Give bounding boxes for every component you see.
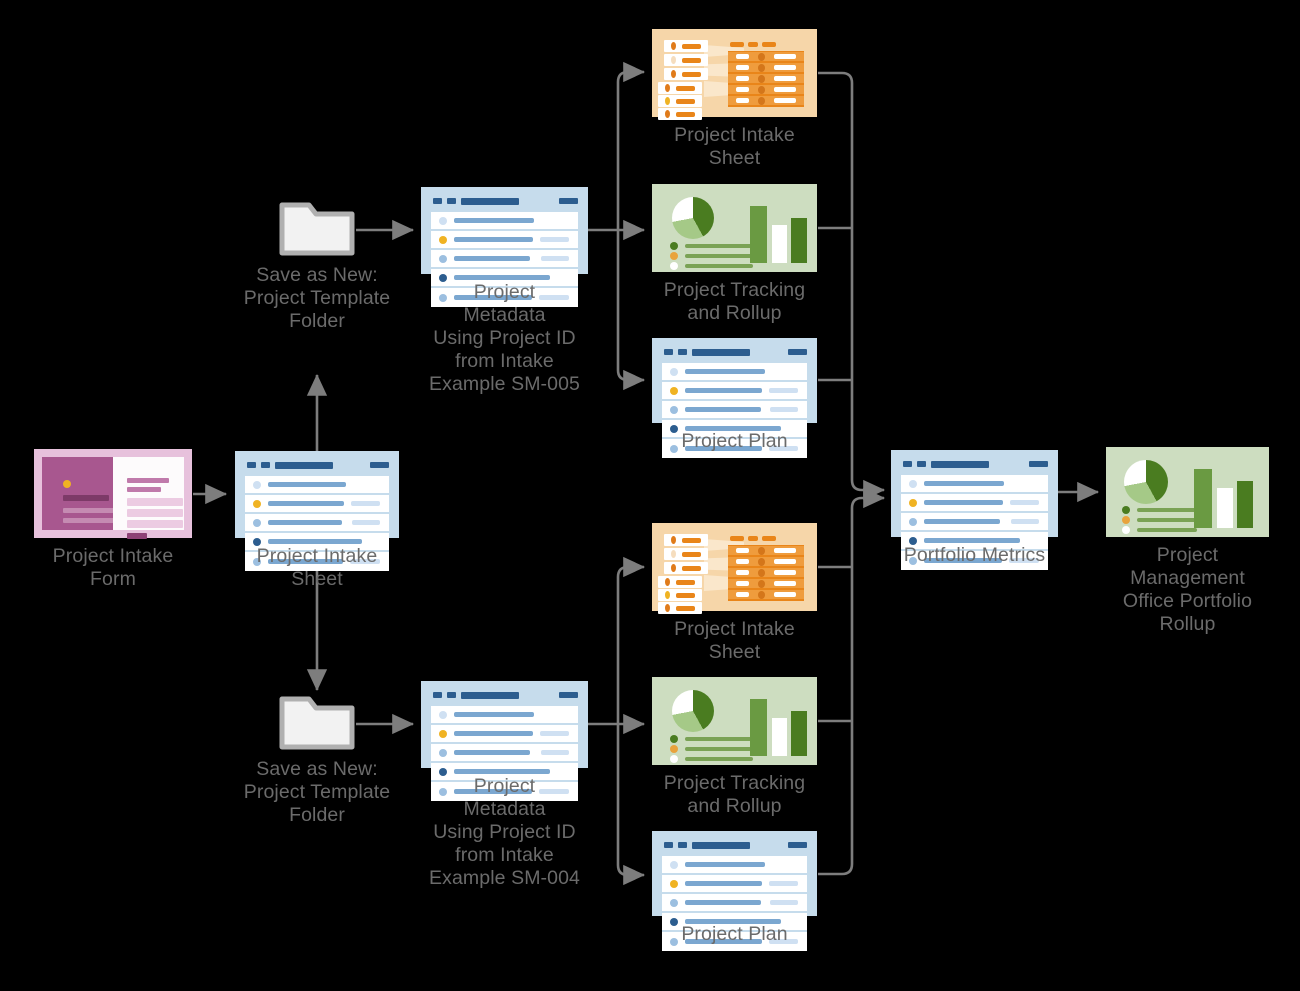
form-left-panel	[42, 457, 123, 530]
node-label: Save as New: Project Template Folder	[243, 758, 391, 826]
intake-table-icon	[652, 29, 817, 120]
node-project-intake-form[interactable]: Project Intake Form	[34, 449, 192, 591]
node-label: Project Intake Sheet	[674, 618, 795, 663]
sheet-icon	[652, 338, 817, 458]
node-project-plan-top[interactable]: Project Plan	[652, 338, 817, 458]
connector-plan-bottom-to-metrics	[818, 487, 886, 876]
node-label: Project Plan	[681, 923, 788, 945]
chart-icon	[652, 677, 817, 765]
sheet-icon	[421, 681, 588, 801]
connector-layer	[193, 61, 1100, 886]
pie-chart	[1124, 460, 1168, 504]
form-bar	[127, 509, 183, 517]
folder-icon	[279, 689, 355, 751]
connector-to-plan-bottom	[616, 724, 646, 886]
node-project-plan-bottom[interactable]: Project Plan	[652, 831, 817, 951]
node-metadata-top[interactable]: Project Metadata Using Project ID from I…	[421, 187, 588, 396]
node-portfolio-metrics[interactable]: Portfolio Metrics	[891, 450, 1058, 570]
sheet-icon	[652, 831, 817, 951]
node-label: Project Intake Sheet	[674, 124, 795, 169]
node-tracking-bottom[interactable]: Project Tracking and Rollup	[652, 677, 817, 818]
connector-to-intake-bottom	[616, 556, 646, 724]
node-label: Project Metadata Using Project ID from I…	[429, 775, 580, 889]
node-label: Project Management Office Portfolio Roll…	[1122, 544, 1253, 635]
intake-table-icon	[652, 523, 817, 614]
node-intake-sheet-bottom[interactable]: Project Intake Sheet	[652, 523, 817, 664]
connector-to-intake-top	[616, 61, 646, 230]
node-label: Save as New: Project Template Folder	[243, 264, 391, 332]
node-label: Project Intake Form	[52, 545, 174, 590]
form-right-panel	[113, 457, 184, 539]
sheet-header	[247, 461, 389, 469]
pie-chart	[672, 690, 714, 732]
chart-icon	[1106, 447, 1269, 537]
form-bar	[127, 487, 161, 492]
form-bar	[63, 495, 109, 501]
form-bar	[127, 478, 169, 483]
sheet-icon	[891, 450, 1058, 570]
connector-to-plan-top	[616, 230, 646, 391]
connector-intake-top-to-metrics	[818, 71, 886, 501]
node-project-intake-sheet[interactable]: Project Intake Sheet	[235, 451, 399, 591]
folder-icon	[279, 195, 355, 257]
node-label: Project Metadata Using Project ID from I…	[429, 281, 580, 395]
node-label: Portfolio Metrics	[903, 544, 1046, 566]
form-bar	[127, 533, 147, 539]
node-label: Project Intake Sheet	[256, 545, 378, 590]
pie-chart	[672, 197, 714, 239]
node-folder-bottom[interactable]: Save as New: Project Template Folder	[238, 689, 396, 827]
node-intake-sheet-top[interactable]: Project Intake Sheet	[652, 29, 817, 170]
node-folder-top[interactable]: Save as New: Project Template Folder	[238, 195, 396, 333]
chart-icon	[652, 184, 817, 272]
sheet-icon	[421, 187, 588, 307]
amber-dot-icon	[63, 480, 71, 488]
node-label: Project Tracking and Rollup	[663, 279, 806, 324]
node-tracking-top[interactable]: Project Tracking and Rollup	[652, 184, 817, 325]
form-bar	[127, 498, 183, 506]
form-bar	[127, 520, 183, 528]
node-label: Project Tracking and Rollup	[663, 772, 806, 817]
sheet-icon	[235, 451, 399, 571]
node-metadata-bottom[interactable]: Project Metadata Using Project ID from I…	[421, 681, 588, 890]
diagram-canvas: Project Intake Form Project Intake Sheet	[0, 0, 1300, 991]
node-label: Project Plan	[681, 430, 788, 452]
node-pmo-portfolio-rollup[interactable]: Project Management Office Portfolio Roll…	[1106, 447, 1269, 636]
form-icon	[34, 449, 192, 539]
